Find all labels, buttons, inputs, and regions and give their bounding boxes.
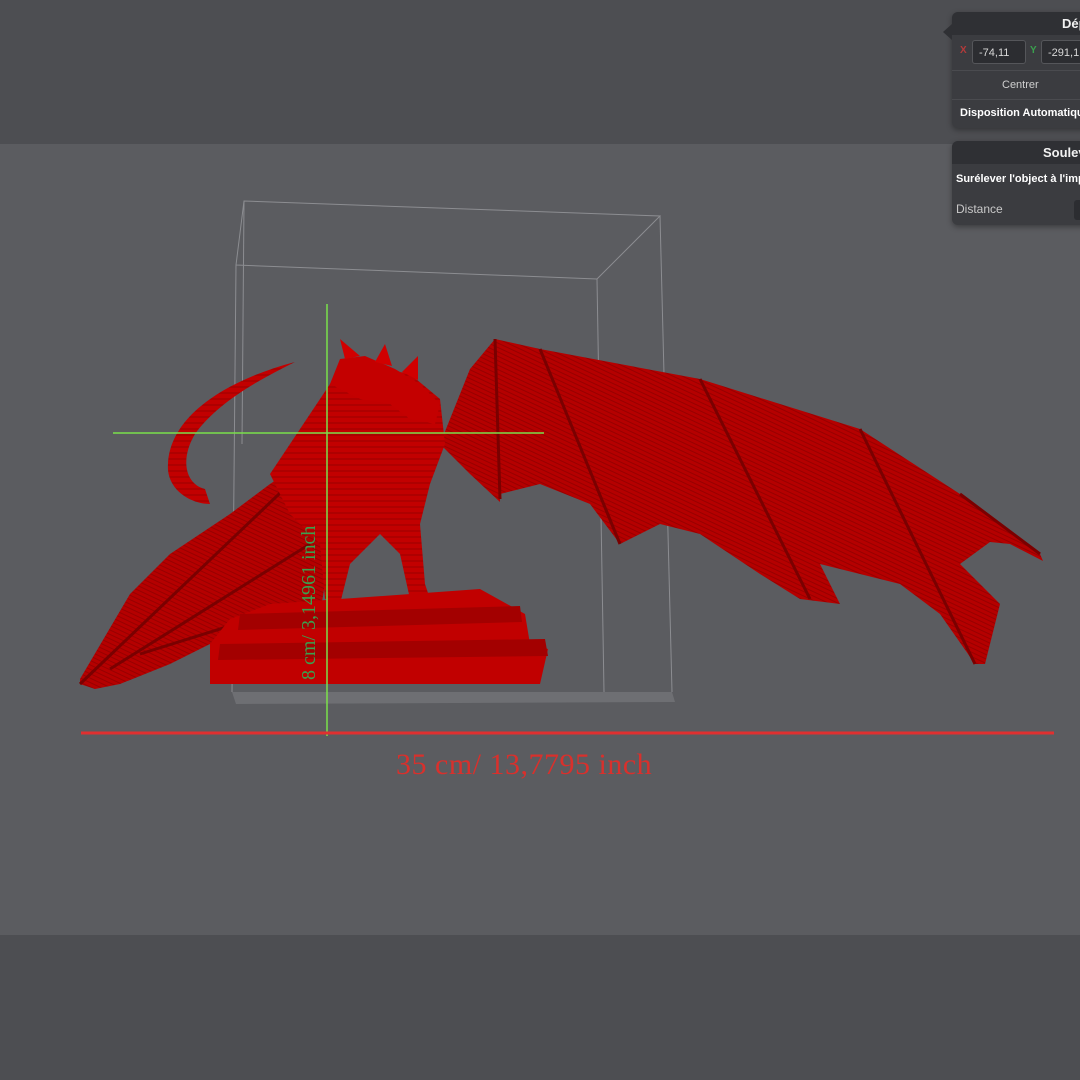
distance-label: Distance [956,202,1003,216]
width-measurement-label: 35 cm/ 13,7795 inch [396,748,653,781]
lift-panel-title: Soulev [952,141,1080,164]
3d-viewport[interactable]: 35 cm/ 13,7795 inch 8 cm/ 3,14961 inch [0,144,1080,935]
build-plate [232,692,675,704]
y-axis-label: Y [1030,45,1037,56]
raise-object-toggle[interactable]: Surélever l'object à l'imp [952,164,1080,194]
panel-pointer [943,24,952,40]
move-panel: Dép X -74,11 Y -291,1 Centrer Dispositio… [943,12,1080,128]
lift-panel: Soulev Surélever l'object à l'imp Distan… [952,141,1080,225]
distance-row: Distance [952,194,1080,224]
auto-layout-button[interactable]: Disposition Automatique [952,100,1080,126]
height-measurement-text: 8 cm/ 3,14961 inch [298,525,320,680]
center-button[interactable]: Centrer [952,71,1080,100]
top-band [0,0,1080,144]
scene[interactable] [0,144,1080,935]
coordinate-row: X -74,11 Y -291,1 [952,35,1080,71]
move-panel-title: Dép [952,12,1080,35]
x-axis-label: X [960,45,967,56]
distance-input[interactable] [1074,200,1080,220]
y-position-input[interactable]: -291,1 [1041,40,1080,64]
bottom-band [0,935,1080,1080]
x-position-input[interactable]: -74,11 [972,40,1026,64]
dragon-model[interactable] [78,338,1043,689]
